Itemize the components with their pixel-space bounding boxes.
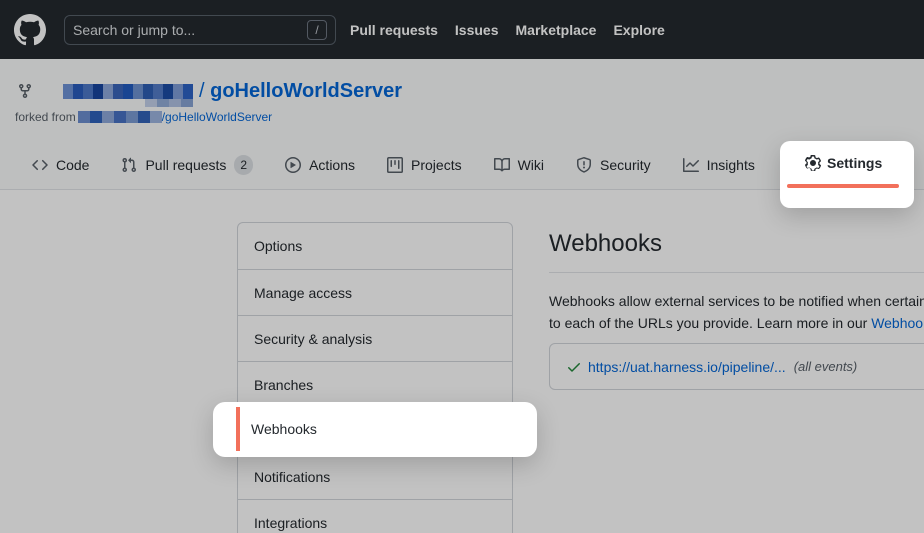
settings-tab-spotlight: Settings bbox=[780, 141, 914, 208]
tab-label: Settings bbox=[827, 155, 882, 171]
tab-settings[interactable]: Settings bbox=[805, 155, 882, 171]
webhooks-sidebar-spotlight: Webhooks bbox=[213, 402, 537, 457]
gear-icon bbox=[805, 155, 821, 171]
selected-tab-underline bbox=[787, 184, 899, 188]
sidebar-item-webhooks[interactable]: Webhooks bbox=[251, 402, 317, 457]
github-repo-settings-page: / Pull requests Issues Marketplace Explo… bbox=[0, 0, 924, 533]
selected-item-bar bbox=[236, 407, 240, 451]
